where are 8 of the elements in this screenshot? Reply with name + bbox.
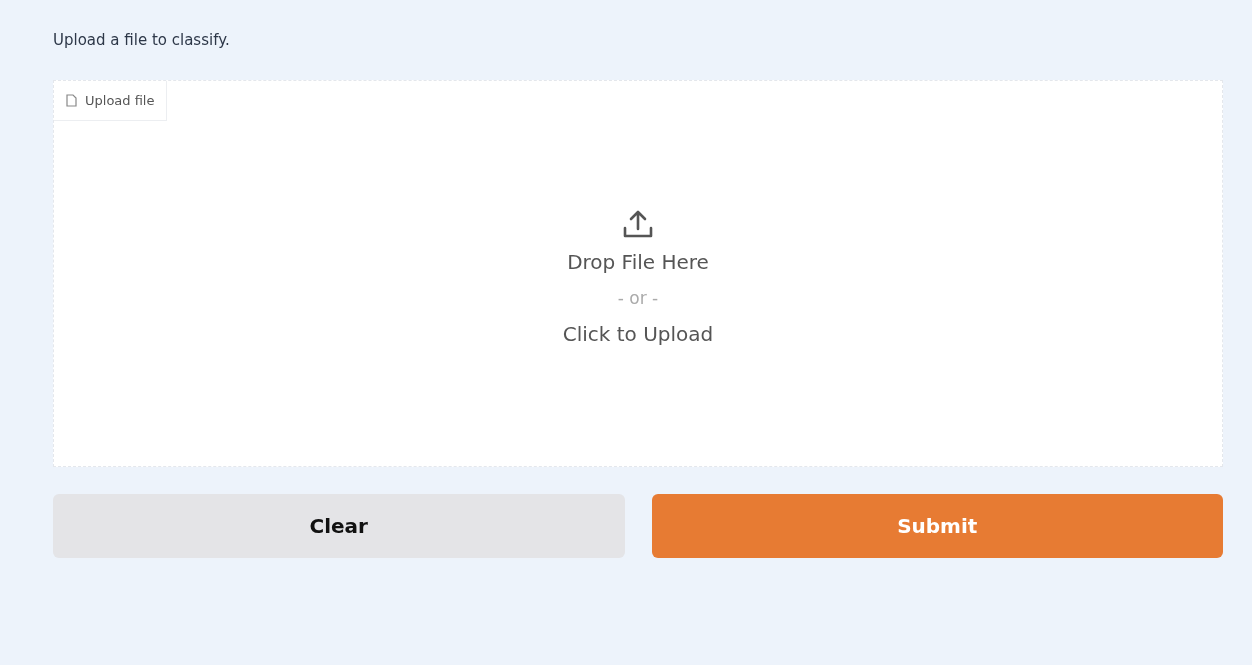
file-icon [66,94,77,107]
clear-button[interactable]: Clear [53,494,625,558]
upload-file-text: Upload file [85,93,155,108]
drop-file-text: Drop File Here [567,248,709,276]
or-text: - or - [617,286,659,310]
click-to-upload-text: Click to Upload [562,320,714,348]
file-dropzone[interactable]: Upload file Drop File Here - or - Click to Upload [53,80,1223,467]
description-text: Upload a file to classify. [53,30,231,51]
